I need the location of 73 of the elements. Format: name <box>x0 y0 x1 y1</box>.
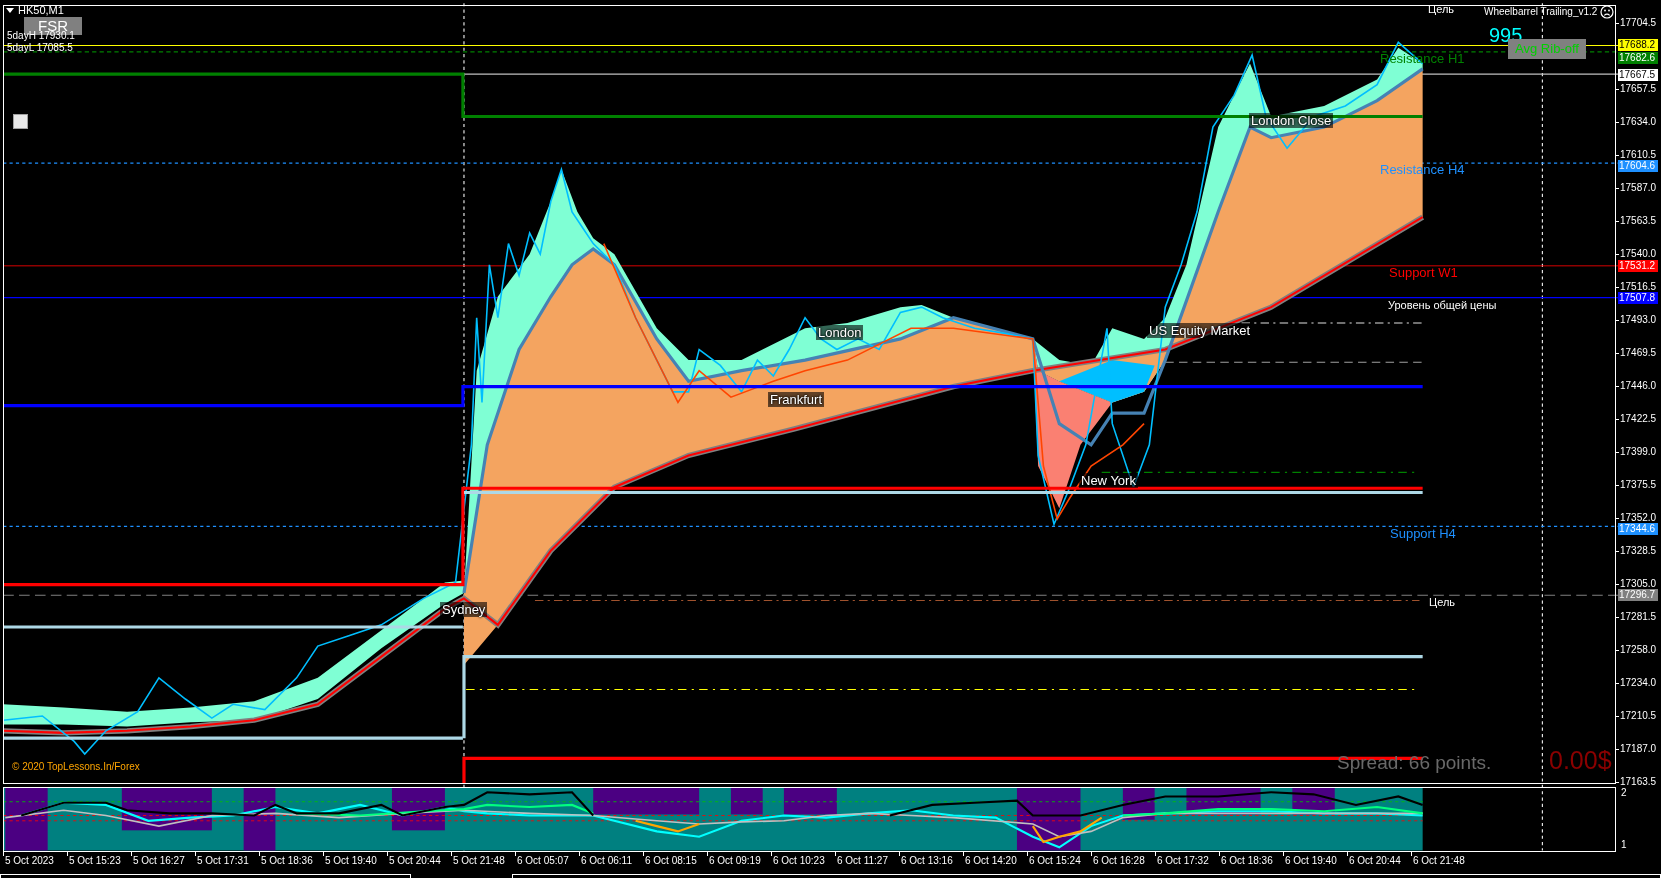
time-axis-label: 5 Oct 19:40 <box>325 855 377 867</box>
profit-value: 0.00$ <box>1549 746 1612 774</box>
time-axis-label: 5 Oct 16:27 <box>133 855 185 867</box>
price-axis-label: 17469.5 <box>1620 347 1657 359</box>
level-label: Цель <box>1429 595 1456 609</box>
copyright-text: © 2020 TopLessons.In/Forex <box>12 761 140 772</box>
session-label: New York <box>1079 473 1138 488</box>
time-axis-label: 6 Oct 15:24 <box>1029 855 1081 867</box>
price-axis-label: 17704.5 <box>1620 17 1657 29</box>
price-axis-label: 17352.0 <box>1620 512 1657 524</box>
time-axis-label: 6 Oct 05:07 <box>517 855 569 867</box>
price-axis-label: 17540.0 <box>1620 248 1657 260</box>
price-axis-label: 17163.5 <box>1620 776 1657 788</box>
level-label: Уровень общей цены <box>1388 298 1497 312</box>
price-marker: 17667.5 <box>1618 69 1658 81</box>
level-label: Цель <box>1428 2 1455 16</box>
time-axis-label: 5 Oct 18:36 <box>261 855 313 867</box>
price-marker: 17344.6 <box>1618 523 1658 535</box>
time-axis-label: 5 Oct 17:31 <box>197 855 249 867</box>
time-axis-label: 5 Oct 20:44 <box>389 855 441 867</box>
price-axis-label: 17657.5 <box>1620 83 1657 95</box>
price-axis-label: 17234.0 <box>1620 677 1657 689</box>
time-axis-label: 5 Oct 21:48 <box>453 855 505 867</box>
time-axis-label: 5 Oct 15:23 <box>69 855 121 867</box>
time-axis-label: 6 Oct 09:19 <box>709 855 761 867</box>
price-marker: 17604.6 <box>1618 160 1658 172</box>
expert-name: Wheelbarrel Trailing_v1.2 <box>1484 6 1598 18</box>
price-axis-label: 17305.0 <box>1620 578 1657 590</box>
price-axis-label: 17610.5 <box>1620 149 1657 161</box>
time-axis-label: 5 Oct 2023 <box>5 855 54 867</box>
price-axis-label: 17634.0 <box>1620 116 1657 128</box>
level-label: Support W1 <box>1389 266 1458 280</box>
time-axis-label: 6 Oct 08:15 <box>645 855 697 867</box>
time-axis-label: 6 Oct 18:36 <box>1221 855 1273 867</box>
price-axis-label: 17210.5 <box>1620 710 1657 722</box>
price-axis-label: 17328.5 <box>1620 545 1657 557</box>
checkbox-icon[interactable] <box>13 114 28 129</box>
time-axis-label: 6 Oct 20:44 <box>1349 855 1401 867</box>
time-axis-label: 6 Oct 21:48 <box>1413 855 1465 867</box>
session-label: Frankfurt <box>768 392 824 407</box>
indicator-axis-label: 2 <box>1621 787 1627 799</box>
price-axis-label: 17375.5 <box>1620 479 1657 491</box>
price-axis-label: 17187.0 <box>1620 743 1657 755</box>
session-label: Sydney <box>440 602 488 617</box>
price-axis-label: 17422.5 <box>1620 413 1657 425</box>
price-marker: 17531.2 <box>1618 260 1658 272</box>
indicator-axis-label: 1 <box>1621 839 1627 851</box>
price-axis-label: 17258.0 <box>1620 644 1657 656</box>
price-marker: 17682.6 <box>1618 52 1658 64</box>
time-axis-label: 6 Oct 06:11 <box>581 855 632 867</box>
price-axis-label: 17587.0 <box>1620 182 1657 194</box>
price-marker: 17688.2 <box>1618 39 1658 51</box>
price-axis-label: 17563.5 <box>1620 215 1657 227</box>
price-axis-label: 17399.0 <box>1620 446 1657 458</box>
session-label: London <box>816 325 864 340</box>
time-axis-label: 6 Oct 13:16 <box>901 855 953 867</box>
time-axis-label: 6 Oct 10:23 <box>773 855 825 867</box>
price-marker: 17507.8 <box>1618 292 1658 304</box>
level-label: Support H4 <box>1390 527 1456 541</box>
chart-symbol: HK50,M1 <box>18 4 64 17</box>
price-axis-label: 17281.5 <box>1620 611 1657 623</box>
session-label: London Close <box>1249 113 1334 128</box>
price-axis-label: 17516.5 <box>1620 281 1657 293</box>
time-axis-label: 6 Oct 19:40 <box>1285 855 1337 867</box>
dropdown-icon[interactable] <box>6 8 14 13</box>
session-label: US Equity Market <box>1147 323 1253 338</box>
time-axis-label: 6 Oct 16:28 <box>1093 855 1145 867</box>
time-axis-label: 6 Oct 14:20 <box>965 855 1017 867</box>
time-axis-label: 6 Oct 11:27 <box>837 855 888 867</box>
price-axis-label: 17446.0 <box>1620 380 1657 392</box>
price-axis-label: 17493.0 <box>1620 314 1657 326</box>
time-axis-label: 6 Oct 17:32 <box>1157 855 1209 867</box>
price-marker: 17296.7 <box>1618 589 1658 601</box>
